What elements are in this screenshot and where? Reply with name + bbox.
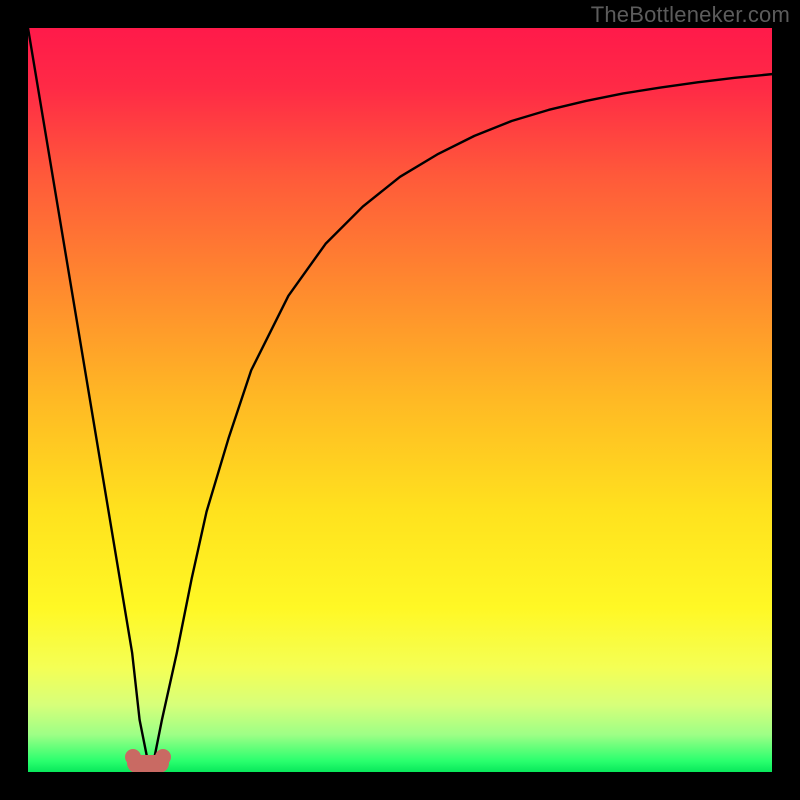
bottleneck-curve	[28, 28, 772, 772]
chart-frame: TheBottleneker.com	[0, 0, 800, 800]
curve-min-marker	[127, 755, 169, 772]
plot-area	[28, 28, 772, 772]
watermark-text: TheBottleneker.com	[591, 2, 790, 28]
